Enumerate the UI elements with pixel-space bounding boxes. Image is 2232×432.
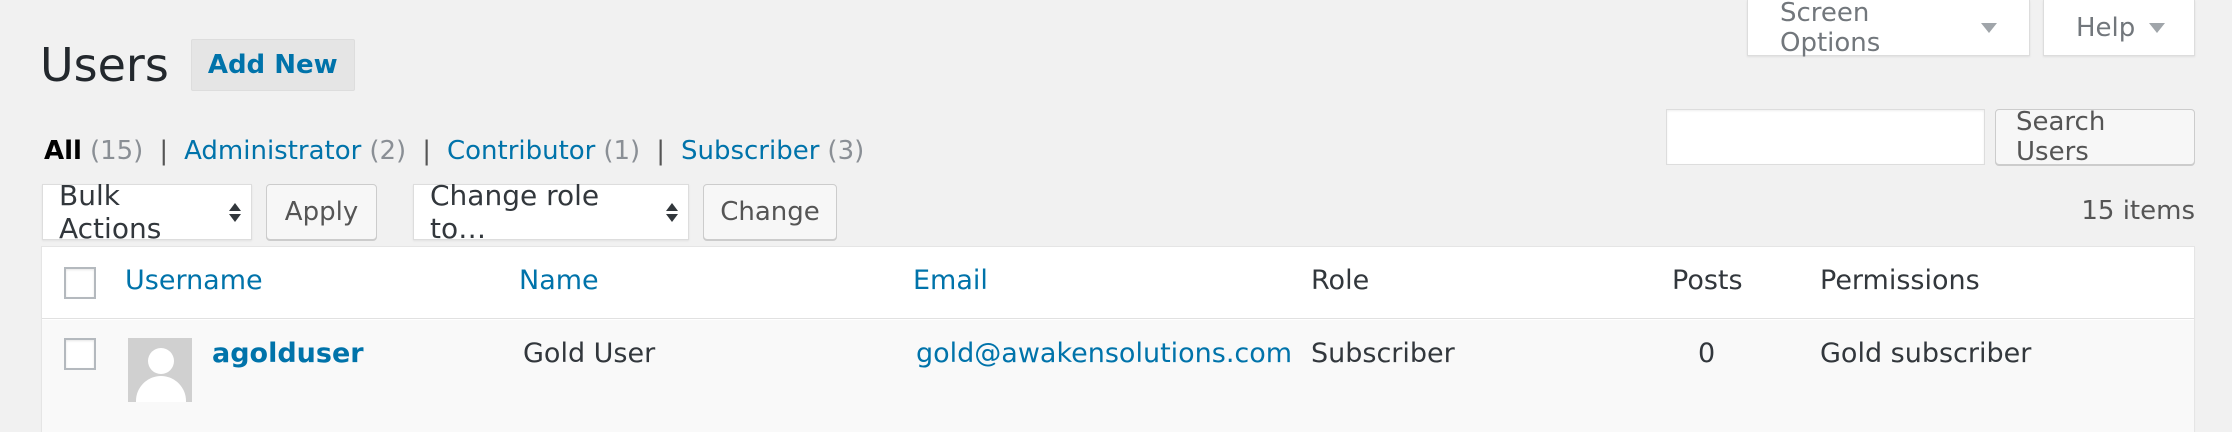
- filter-count: (1): [603, 136, 641, 166]
- table-header: Username Name Email Role Posts Permissio…: [42, 247, 2194, 319]
- users-admin-page: Screen Options Help Users Add New All (1…: [0, 0, 2232, 432]
- help-tab[interactable]: Help: [2043, 0, 2195, 56]
- search-box: Search Users: [1666, 107, 2195, 167]
- filter-separator: |: [656, 136, 665, 166]
- column-email[interactable]: Email: [913, 265, 988, 296]
- user-posts: 0: [1698, 338, 1716, 369]
- caret-down-icon: [1981, 22, 1997, 33]
- search-users-button[interactable]: Search Users: [1995, 107, 2195, 167]
- column-posts: Posts: [1672, 265, 1743, 296]
- items-count: 15 items: [2081, 196, 2195, 226]
- column-username[interactable]: Username: [125, 265, 263, 296]
- user-role: Subscriber: [1311, 338, 1455, 369]
- tablenav: Bulk Actions Apply Change role to… Chang…: [42, 179, 837, 245]
- table-row: agolduser Gold User gold@awakensolutions…: [42, 320, 2194, 432]
- page-title: Users: [40, 38, 169, 92]
- add-new-button[interactable]: Add New: [190, 39, 355, 91]
- filter-separator: |: [159, 136, 169, 166]
- filter-count: (15): [89, 136, 144, 166]
- screen-options-label: Screen Options: [1780, 0, 1881, 58]
- change-role-select[interactable]: Change role to…: [413, 179, 689, 245]
- column-name[interactable]: Name: [519, 265, 599, 296]
- bulk-actions-select[interactable]: Bulk Actions: [42, 179, 252, 245]
- select-arrows-icon: [666, 202, 678, 222]
- users-table: Username Name Email Role Posts Permissio…: [41, 246, 2195, 432]
- column-role: Role: [1311, 265, 1370, 296]
- screen-options-tab[interactable]: Screen Options: [1747, 0, 2030, 58]
- row-checkbox[interactable]: [64, 338, 96, 370]
- filter-all[interactable]: All (15): [44, 136, 143, 166]
- filter-contributor[interactable]: Contributor (1): [447, 136, 640, 166]
- apply-button[interactable]: Apply: [266, 184, 377, 240]
- search-input[interactable]: [1666, 109, 1985, 165]
- filter-label: Contributor: [446, 136, 596, 166]
- caret-down-icon: [2149, 22, 2166, 33]
- column-permissions: Permissions: [1820, 265, 1980, 296]
- role-filters: All (15) | Administrator (2) | Contribut…: [44, 136, 864, 166]
- filter-label: Subscriber: [680, 136, 820, 166]
- user-permissions: Gold subscriber: [1820, 338, 2032, 369]
- username-link[interactable]: agolduser: [212, 338, 364, 369]
- select-arrows-icon: [229, 202, 241, 222]
- filter-count: (3): [827, 136, 865, 166]
- filter-subscriber[interactable]: Subscriber (3): [681, 136, 864, 166]
- change-role-group: Change role to…: [413, 179, 689, 245]
- screen-meta-links: Screen Options Help: [1747, 0, 2195, 58]
- change-role-value: Change role to…: [430, 179, 600, 245]
- select-all-checkbox[interactable]: [64, 267, 96, 299]
- email-link[interactable]: gold@awakensolutions.com: [916, 338, 1292, 369]
- filter-administrator[interactable]: Administrator (2): [184, 136, 406, 166]
- help-label: Help: [2076, 12, 2136, 43]
- change-button[interactable]: Change: [703, 184, 837, 240]
- filter-label: All: [44, 136, 82, 166]
- bulk-actions-value: Bulk Actions: [59, 179, 162, 245]
- page-heading: Users Add New: [40, 38, 355, 92]
- filter-separator: |: [422, 136, 431, 166]
- filter-label: Administrator: [184, 136, 362, 166]
- default-avatar-icon: [128, 338, 192, 402]
- filter-count: (2): [369, 136, 407, 166]
- user-name: Gold User: [523, 338, 656, 369]
